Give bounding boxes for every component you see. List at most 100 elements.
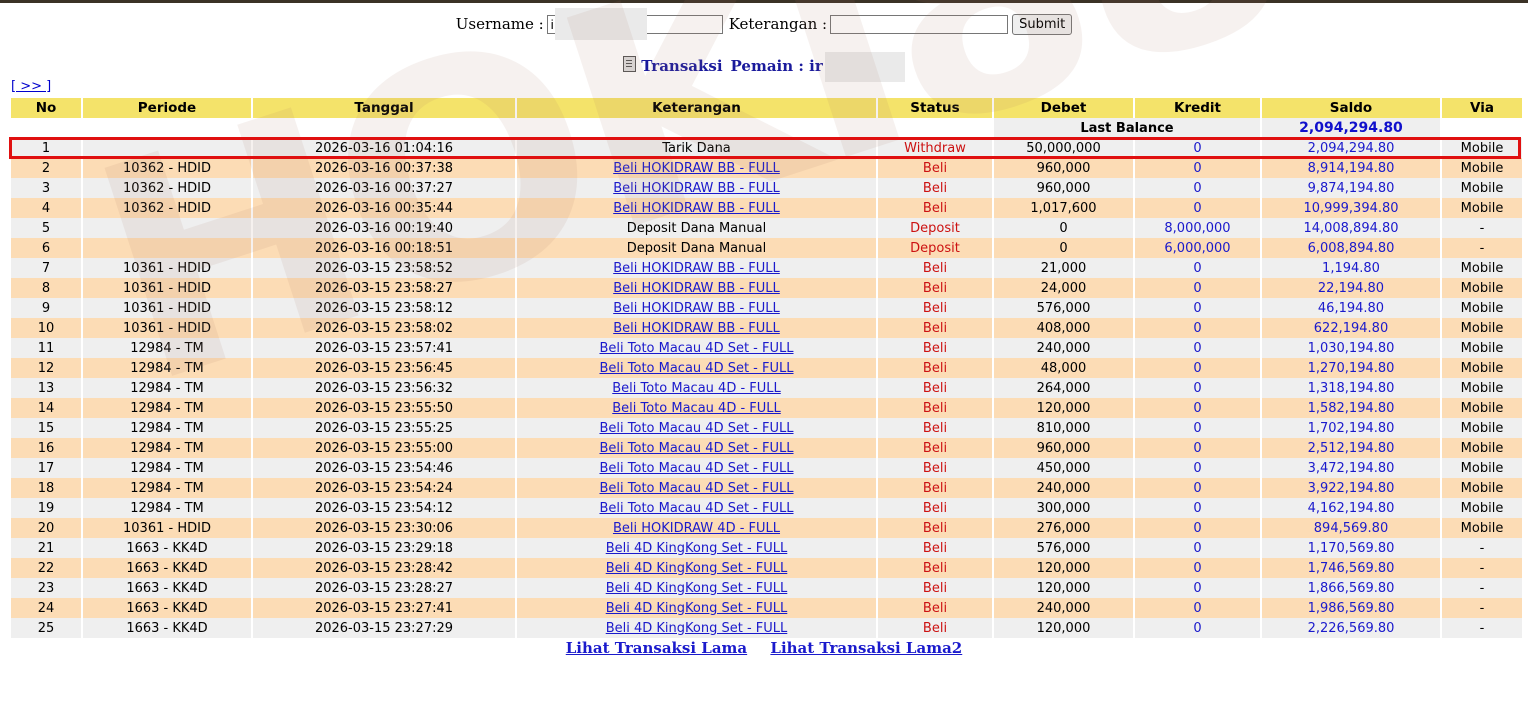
submit-button[interactable]: Submit [1012,13,1073,35]
old-transactions-link[interactable]: Lihat Transaksi Lama [566,639,747,657]
cell-saldo: 14,008,894.80 [1262,218,1440,238]
transaction-link[interactable]: Beli HOKIDRAW BB - FULL [613,281,780,296]
cell-tanggal: 2026-03-15 23:54:12 [253,498,515,518]
document-icon [623,56,637,72]
cell-via: - [1442,218,1522,238]
cell-periode: 12984 - TM [83,358,251,378]
cell-tanggal: 2026-03-16 00:37:38 [253,158,515,178]
transaction-link[interactable]: Beli HOKIDRAW BB - FULL [613,201,780,216]
cell-saldo: 22,194.80 [1262,278,1440,298]
transaction-link[interactable]: Beli Toto Macau 4D Set - FULL [599,461,793,476]
cell-keterangan: Beli HOKIDRAW BB - FULL [517,298,876,318]
cell-saldo: 1,582,194.80 [1262,398,1440,418]
table-row: 19 12984 - TM 2026-03-15 23:54:12 Beli Toto… [11,498,1522,518]
cell-via: Mobile [1442,498,1522,518]
old-transactions2-link[interactable]: Lihat Transaksi Lama2 [770,639,962,657]
cell-periode: 1663 - KK4D [83,598,251,618]
cell-kredit: 0 [1135,358,1260,378]
transaction-link[interactable]: Beli Toto Macau 4D Set - FULL [599,341,793,356]
transaction-link[interactable]: Beli Toto Macau 4D Set - FULL [599,481,793,496]
cell-tanggal: 2026-03-16 00:18:51 [253,238,515,258]
cell-via: - [1442,238,1522,258]
cell-status: Beli [878,498,992,518]
cell-via: Mobile [1442,298,1522,318]
cell-kredit: 0 [1135,618,1260,638]
cell-keterangan: Beli HOKIDRAW BB - FULL [517,198,876,218]
cell-status: Beli [878,618,992,638]
transaction-link[interactable]: Beli 4D KingKong Set - FULL [606,581,788,596]
transaction-link[interactable]: Beli 4D KingKong Set - FULL [606,621,788,636]
transaction-link[interactable]: Beli HOKIDRAW BB - FULL [613,261,780,276]
column-header-no: No [11,98,81,118]
cell-no: 24 [11,598,81,618]
keterangan-label: Keterangan : [728,15,828,33]
cell-keterangan: Deposit Dana Manual [517,218,876,238]
last-balance-value: 2,094,294.80 [1262,118,1440,138]
cell-periode: 12984 - TM [83,338,251,358]
table-row: 5 2026-03-16 00:19:40 Deposit Dana Manual D… [11,218,1522,238]
transaction-link[interactable]: Beli Toto Macau 4D Set - FULL [599,421,793,436]
transaction-link[interactable]: Beli Toto Macau 4D - FULL [612,381,781,396]
transaction-link[interactable]: Beli HOKIDRAW 4D - FULL [613,521,780,536]
table-row: 3 10362 - HDID 2026-03-16 00:37:27 Beli HOK… [11,178,1522,198]
cell-via: Mobile [1442,478,1522,498]
transaction-link[interactable]: Beli 4D KingKong Set - FULL [606,541,788,556]
cell-no: 3 [11,178,81,198]
transaction-link[interactable]: Beli Toto Macau 4D - FULL [612,401,781,416]
cell-via: - [1442,618,1522,638]
transaction-link[interactable]: Beli Toto Macau 4D Set - FULL [599,441,793,456]
transaction-link[interactable]: Beli HOKIDRAW BB - FULL [613,301,780,316]
cell-no: 8 [11,278,81,298]
cell-keterangan: Beli Toto Macau 4D Set - FULL [517,438,876,458]
cell-debet: 810,000 [994,418,1133,438]
cell-via: Mobile [1442,358,1522,378]
transaction-link[interactable]: Beli HOKIDRAW BB - FULL [613,181,780,196]
cell-status: Beli [878,558,992,578]
cell-no: 4 [11,198,81,218]
cell-tanggal: 2026-03-15 23:58:27 [253,278,515,298]
cell-debet: 300,000 [994,498,1133,518]
cell-tanggal: 2026-03-15 23:54:24 [253,478,515,498]
cell-saldo: 46,194.80 [1262,298,1440,318]
cell-keterangan: Beli HOKIDRAW BB - FULL [517,258,876,278]
cell-keterangan: Beli HOKIDRAW BB - FULL [517,158,876,178]
cell-via: Mobile [1442,398,1522,418]
cell-debet: 240,000 [994,598,1133,618]
cell-tanggal: 2026-03-15 23:27:29 [253,618,515,638]
cell-debet: 48,000 [994,358,1133,378]
cell-tanggal: 2026-03-15 23:28:27 [253,578,515,598]
transaction-link[interactable]: Beli Toto Macau 4D Set - FULL [599,361,793,376]
cell-status: Beli [878,158,992,178]
keterangan-input[interactable] [830,14,1009,34]
cell-status: Beli [878,458,992,478]
table-row: 9 10361 - HDID 2026-03-15 23:58:12 Beli HOK… [11,298,1522,318]
cell-via: Mobile [1442,458,1522,478]
transaction-link[interactable]: Beli Toto Macau 4D Set - FULL [599,501,793,516]
transaction-link[interactable]: Beli 4D KingKong Set - FULL [606,601,788,616]
next-page-link[interactable]: [ >> ] [11,79,51,94]
transaction-link[interactable]: Beli 4D KingKong Set - FULL [606,561,788,576]
cell-kredit: 0 [1135,598,1260,618]
table-row: 24 1663 - KK4D 2026-03-15 23:27:41 Beli 4D … [11,598,1522,618]
transaction-link[interactable]: Beli HOKIDRAW BB - FULL [613,161,780,176]
cell-periode: 12984 - TM [83,378,251,398]
cell-status: Beli [878,338,992,358]
table-header: No Periode Tanggal Keterangan Status Debet Kre… [11,98,1522,118]
transaction-link[interactable]: Beli HOKIDRAW BB - FULL [613,321,780,336]
table-row: 17 12984 - TM 2026-03-15 23:54:46 Beli Toto… [11,458,1522,478]
cell-keterangan: Beli 4D KingKong Set - FULL [517,578,876,598]
cell-saldo: 8,914,194.80 [1262,158,1440,178]
cell-no: 16 [11,438,81,458]
table-row: 23 1663 - KK4D 2026-03-15 23:28:27 Beli 4D … [11,578,1522,598]
empty-cell [878,118,992,138]
cell-status: Beli [878,378,992,398]
cell-debet: 576,000 [994,298,1133,318]
cell-debet: 24,000 [994,278,1133,298]
table-row: 6 2026-03-16 00:18:51 Deposit Dana Manual D… [11,238,1522,258]
cell-debet: 120,000 [994,398,1133,418]
cell-no: 5 [11,218,81,238]
cell-saldo: 9,874,194.80 [1262,178,1440,198]
cell-tanggal: 2026-03-15 23:27:41 [253,598,515,618]
player-label: Pemain : ir [730,57,823,75]
cell-tanggal: 2026-03-15 23:57:41 [253,338,515,358]
